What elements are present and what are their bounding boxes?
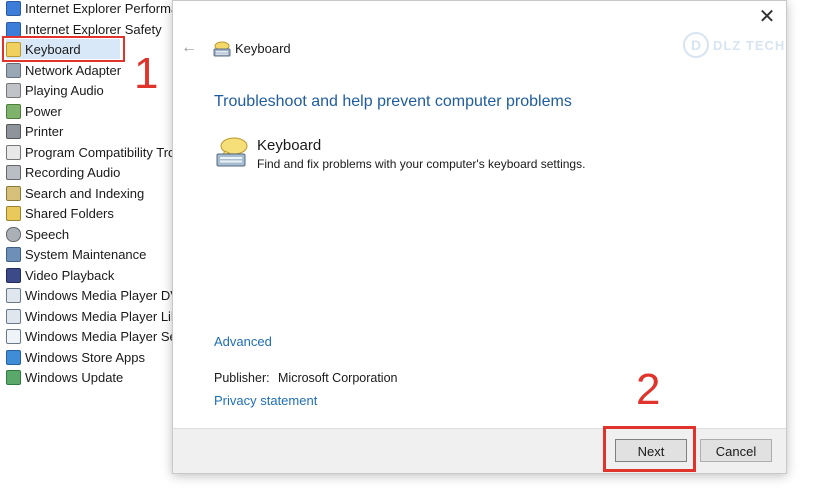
cancel-button[interactable]: Cancel (700, 439, 772, 462)
ie-icon (6, 21, 21, 37)
list-item-label: Windows Media Player Se (25, 328, 175, 344)
media-player-icon (6, 308, 21, 324)
network-adapter-icon (6, 62, 21, 78)
list-item[interactable]: Recording Audio (6, 162, 120, 182)
list-item[interactable]: Speech (6, 224, 69, 244)
list-item-label: Windows Update (25, 369, 124, 385)
list-item-label: Recording Audio (25, 164, 121, 180)
list-item-label: Network Adapter (25, 62, 122, 78)
list-item[interactable]: Program Compatibility Tro (6, 142, 175, 162)
list-item[interactable]: Video Playback (6, 265, 114, 285)
keyboard-icon (213, 41, 231, 57)
watermark-text: DLZ TECH (713, 37, 786, 53)
list-item[interactable]: Playing Audio (6, 80, 104, 100)
list-item[interactable]: Search and Indexing (6, 183, 144, 203)
watermark: D DLZ TECH (683, 30, 793, 60)
printer-icon (6, 123, 21, 139)
annotation-step-2: 2 (636, 365, 661, 414)
recording-audio-icon (6, 164, 21, 180)
annotation-step-1: 1 (134, 49, 159, 98)
list-item[interactable]: Windows Media Player Lib (6, 306, 175, 326)
close-button[interactable]: ✕ (756, 7, 778, 29)
windows-update-icon (6, 369, 21, 385)
list-item-label: Windows Media Player Lib (25, 308, 175, 324)
list-item-label: Windows Media Player DV (25, 287, 175, 303)
list-item-label: Internet Explorer Performa (25, 0, 175, 16)
list-item[interactable]: Windows Update (6, 367, 123, 387)
list-item-label: Shared Folders (25, 205, 114, 221)
list-item[interactable]: Power (6, 101, 62, 121)
list-item-label: Windows Store Apps (25, 349, 145, 365)
privacy-statement-link[interactable]: Privacy statement (214, 393, 317, 408)
store-apps-icon (6, 349, 21, 365)
publisher-value: Microsoft Corporation (278, 371, 398, 385)
media-player-settings-icon (6, 328, 21, 344)
media-player-icon (6, 287, 21, 303)
list-item-label: Playing Audio (25, 82, 104, 98)
watermark-logo: D (683, 32, 709, 58)
list-item-label: System Maintenance (25, 246, 147, 262)
annotation-highlight-keyboard (2, 36, 125, 62)
list-item-label: Search and Indexing (25, 185, 145, 201)
list-item-label: Printer (25, 123, 64, 139)
list-item[interactable]: Printer (6, 121, 63, 141)
list-item-label: Internet Explorer Safety (25, 21, 162, 37)
annotation-highlight-next (603, 426, 696, 472)
audio-icon (6, 82, 21, 98)
list-item[interactable]: Internet Explorer Performa (6, 0, 175, 18)
list-item-label: Power (25, 103, 62, 119)
list-item[interactable]: Shared Folders (6, 203, 114, 223)
list-item[interactable]: Windows Store Apps (6, 347, 145, 367)
troubleshooter-title: Keyboard (257, 137, 322, 154)
ie-icon (6, 0, 21, 16)
list-item-label: Speech (25, 226, 70, 242)
shared-folders-icon (6, 205, 21, 221)
list-item[interactable]: Network Adapter (6, 60, 121, 80)
program-compatibility-icon (6, 144, 21, 160)
list-item[interactable]: Windows Media Player DV (6, 285, 175, 305)
system-maintenance-icon (6, 246, 21, 262)
list-item-label: Video Playback (25, 267, 115, 283)
back-arrow-icon[interactable]: ← (181, 39, 197, 57)
video-playback-icon (6, 267, 21, 283)
keyboard-troubleshooter-icon[interactable] (215, 135, 249, 169)
troubleshooter-description: Find and fix problems with your computer… (257, 157, 586, 171)
power-icon (6, 103, 21, 119)
page-title: Troubleshoot and help prevent computer p… (214, 93, 572, 110)
dialog-header-title: Keyboard (235, 41, 291, 56)
list-item-label: Program Compatibility Tro (25, 144, 175, 160)
list-item[interactable]: System Maintenance (6, 244, 146, 264)
list-item[interactable]: Windows Media Player Se (6, 326, 175, 346)
publisher-label: Publisher: (214, 371, 270, 385)
advanced-link[interactable]: Advanced (214, 334, 272, 349)
microphone-icon (6, 226, 21, 242)
troubleshooter-dialog: ✕ ← Keyboard Troubleshoot and help preve… (172, 0, 787, 474)
search-indexing-icon (6, 185, 21, 201)
